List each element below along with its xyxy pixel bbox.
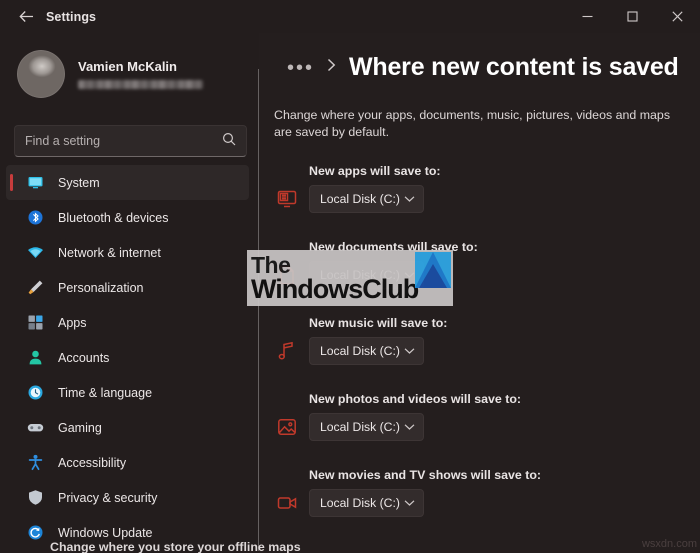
sidebar-item-time-language[interactable]: Time & language bbox=[6, 375, 249, 410]
sidebar-item-label: Gaming bbox=[58, 420, 102, 435]
chevron-right-icon bbox=[326, 58, 337, 77]
sidebar-item-label: System bbox=[58, 175, 100, 190]
search-input[interactable] bbox=[25, 134, 222, 148]
dropdown-value: Local Disk (C:) bbox=[320, 192, 400, 206]
avatar bbox=[17, 50, 65, 98]
sidebar-item-privacy-security[interactable]: Privacy & security bbox=[6, 480, 249, 515]
sidebar-item-personalization[interactable]: Personalization bbox=[6, 270, 249, 305]
sidebar-item-bluetooth-devices[interactable]: Bluetooth & devices bbox=[6, 200, 249, 235]
sidebar-item-label: Personalization bbox=[58, 280, 144, 295]
sidebar-item-label: Time & language bbox=[58, 385, 153, 400]
sidebar-item-accessibility[interactable]: Accessibility bbox=[6, 445, 249, 480]
close-icon bbox=[672, 11, 683, 22]
setting-body: Local Disk (C:) bbox=[274, 489, 694, 517]
setting-body: Local Disk (C:) bbox=[274, 337, 694, 365]
wifi-icon bbox=[26, 244, 44, 262]
refresh-icon bbox=[26, 524, 44, 542]
sidebar-item-label: Apps bbox=[58, 315, 87, 330]
setting-label: New music will save to: bbox=[309, 316, 448, 330]
page-description: Change where your apps, documents, music… bbox=[274, 108, 671, 139]
music-location-dropdown[interactable]: Local Disk (C:) bbox=[309, 337, 424, 365]
window-controls bbox=[565, 0, 700, 33]
clock-icon bbox=[26, 384, 44, 402]
back-arrow-icon bbox=[18, 11, 33, 22]
bluetooth-icon bbox=[26, 209, 44, 227]
setting-label: New apps will save to: bbox=[309, 164, 441, 178]
setting-label: New movies and TV shows will save to: bbox=[309, 468, 542, 482]
chevron-down-icon bbox=[404, 190, 415, 208]
person-icon bbox=[26, 349, 44, 367]
search-icon[interactable] bbox=[222, 132, 236, 151]
sidebar-item-label: Accessibility bbox=[58, 455, 127, 470]
sidebar-item-apps[interactable]: Apps bbox=[6, 305, 249, 340]
chevron-down-icon bbox=[404, 342, 415, 360]
breadcrumb: ••• Where new content is saved bbox=[287, 53, 679, 82]
apps-location-dropdown[interactable]: Local Disk (C:) bbox=[309, 185, 424, 213]
breadcrumb-overflow-button[interactable]: ••• bbox=[287, 58, 314, 78]
sidebar-item-accounts[interactable]: Accounts bbox=[6, 340, 249, 375]
chevron-down-icon bbox=[404, 494, 415, 512]
monitor-icon bbox=[26, 174, 44, 192]
sidebar-item-label: Privacy & security bbox=[58, 490, 158, 505]
settings-window: Settings Vamien McKalin Find a setting S… bbox=[0, 0, 700, 553]
gamepad-icon bbox=[26, 419, 44, 437]
search-container bbox=[14, 125, 247, 157]
user-name: Vamien McKalin bbox=[78, 59, 177, 74]
music-note-icon bbox=[274, 338, 300, 364]
user-profile[interactable]: Vamien McKalin bbox=[17, 50, 203, 98]
movies-location-dropdown[interactable]: Local Disk (C:) bbox=[309, 489, 424, 517]
sidebar-item-label: Windows Update bbox=[58, 525, 153, 540]
setting-row-photos-videos: New photos and videos will save to: Loca… bbox=[274, 392, 694, 441]
shield-icon bbox=[26, 489, 44, 507]
photo-icon bbox=[274, 414, 300, 440]
sidebar-item-network-internet[interactable]: Network & internet bbox=[6, 235, 249, 270]
dropdown-value: Local Disk (C:) bbox=[320, 420, 400, 434]
paintbrush-icon bbox=[26, 279, 44, 297]
sidebar-item-gaming[interactable]: Gaming bbox=[6, 410, 249, 445]
setting-label: New photos and videos will save to: bbox=[309, 392, 522, 406]
setting-body: Local Disk (C:) bbox=[274, 185, 694, 213]
search-box[interactable] bbox=[14, 125, 247, 157]
page-title: Where new content is saved bbox=[349, 53, 679, 81]
dropdown-value: Local Disk (C:) bbox=[320, 344, 400, 358]
app-title: Settings bbox=[46, 9, 97, 24]
video-camera-icon bbox=[274, 490, 300, 516]
minimize-button[interactable] bbox=[565, 0, 610, 33]
accessibility-icon bbox=[26, 454, 44, 472]
title-bar: Settings bbox=[0, 0, 700, 33]
sidebar-nav: System Bluetooth & devices Network & int… bbox=[0, 165, 259, 550]
maximize-button[interactable] bbox=[610, 0, 655, 33]
sidebar-item-label: Bluetooth & devices bbox=[58, 210, 169, 225]
apps-grid-icon bbox=[26, 314, 44, 332]
dropdown-value: Local Disk (C:) bbox=[320, 496, 400, 510]
setting-row-movies-tv: New movies and TV shows will save to: Lo… bbox=[274, 468, 694, 517]
watermark-logo-icon bbox=[415, 252, 451, 288]
maximize-icon bbox=[627, 11, 638, 22]
back-button[interactable] bbox=[11, 4, 41, 30]
sidebar-item-label: Accounts bbox=[58, 350, 110, 365]
setting-row-apps: New apps will save to: Local Disk (C:) bbox=[274, 164, 694, 213]
close-button[interactable] bbox=[655, 0, 700, 33]
offline-maps-note: Change where you store your offline maps bbox=[50, 540, 301, 553]
sidebar-item-label: Network & internet bbox=[58, 245, 161, 260]
profile-text: Vamien McKalin bbox=[78, 59, 203, 89]
corner-watermark: wsxdn.com bbox=[641, 538, 697, 550]
site-watermark: The WindowsClub bbox=[247, 250, 453, 306]
user-email-redacted bbox=[78, 80, 203, 89]
app-monitor-icon bbox=[274, 186, 300, 212]
setting-body: Local Disk (C:) bbox=[274, 413, 694, 441]
sidebar-item-system[interactable]: System bbox=[6, 165, 249, 200]
sidebar: Vamien McKalin Find a setting System Blu… bbox=[0, 33, 259, 553]
minimize-icon bbox=[582, 15, 593, 18]
chevron-down-icon bbox=[404, 418, 415, 436]
photos-location-dropdown[interactable]: Local Disk (C:) bbox=[309, 413, 424, 441]
setting-row-music: New music will save to: Local Disk (C:) bbox=[274, 316, 694, 365]
